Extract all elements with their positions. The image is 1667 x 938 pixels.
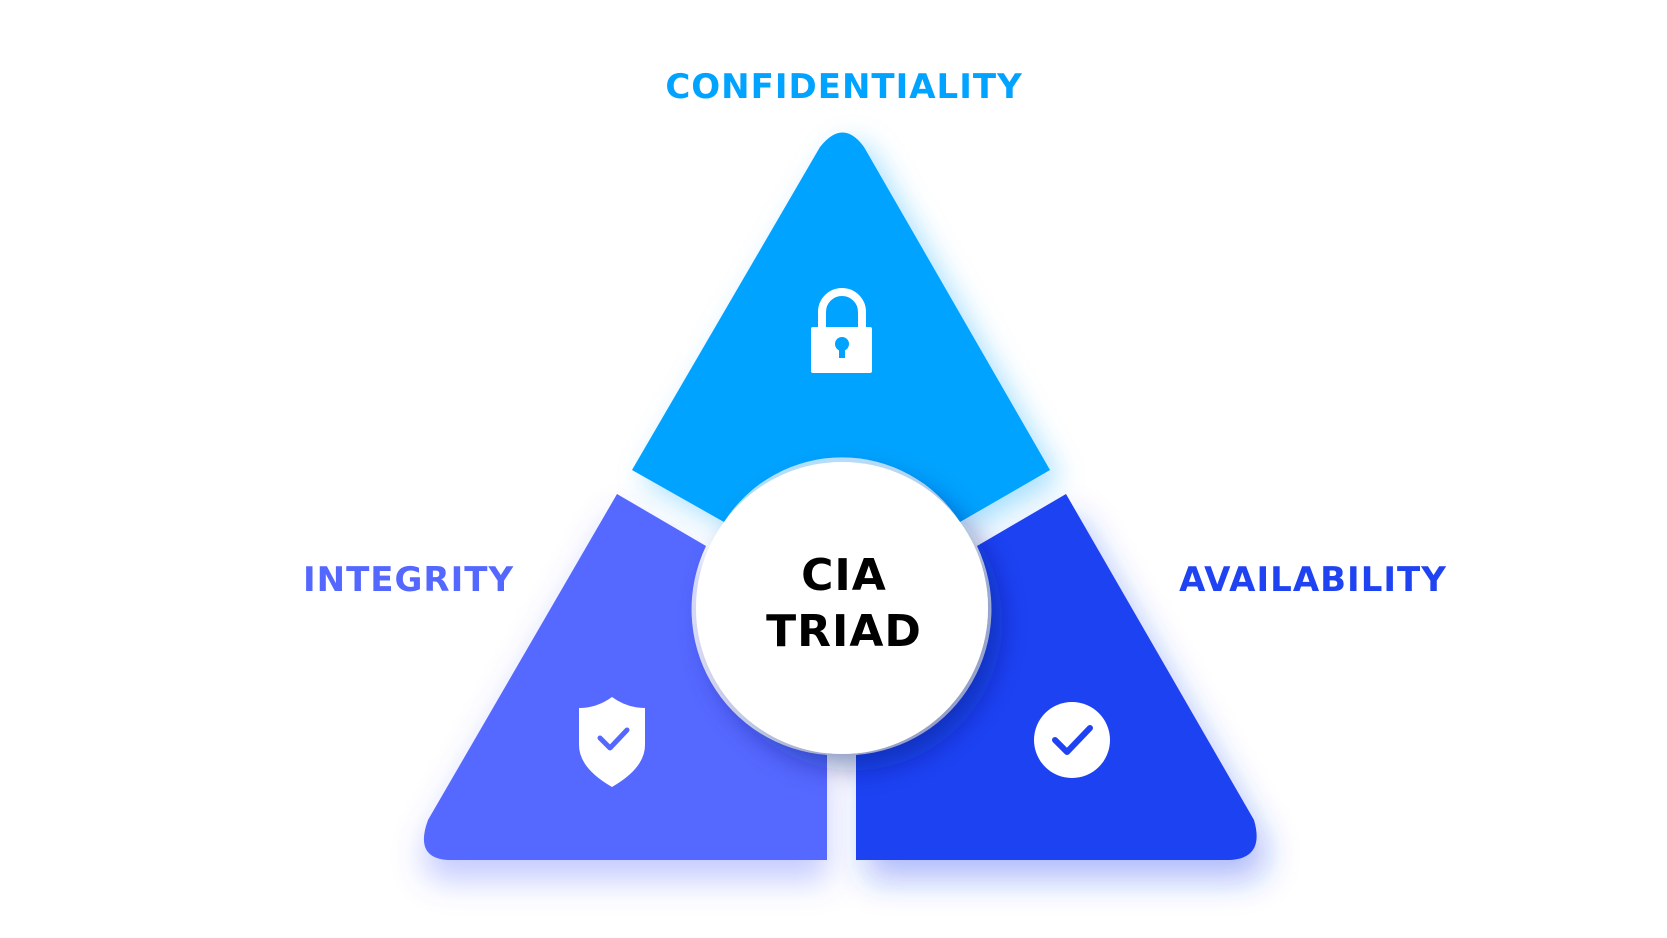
cia-triad-diagram: CONFIDENTIALITY INTEGRITY AVAILABILITY C… bbox=[0, 0, 1667, 938]
availability-label: AVAILABILITY bbox=[1179, 560, 1447, 600]
center-title-line2: TRIAD bbox=[766, 606, 922, 657]
center-title: CIA TRIAD bbox=[700, 548, 988, 660]
center-title-line1: CIA bbox=[801, 550, 887, 601]
check-circle-icon bbox=[1034, 702, 1110, 778]
triangle-graphic bbox=[423, 132, 1257, 860]
confidentiality-label: CONFIDENTIALITY bbox=[665, 67, 1023, 107]
integrity-label: INTEGRITY bbox=[303, 560, 515, 600]
